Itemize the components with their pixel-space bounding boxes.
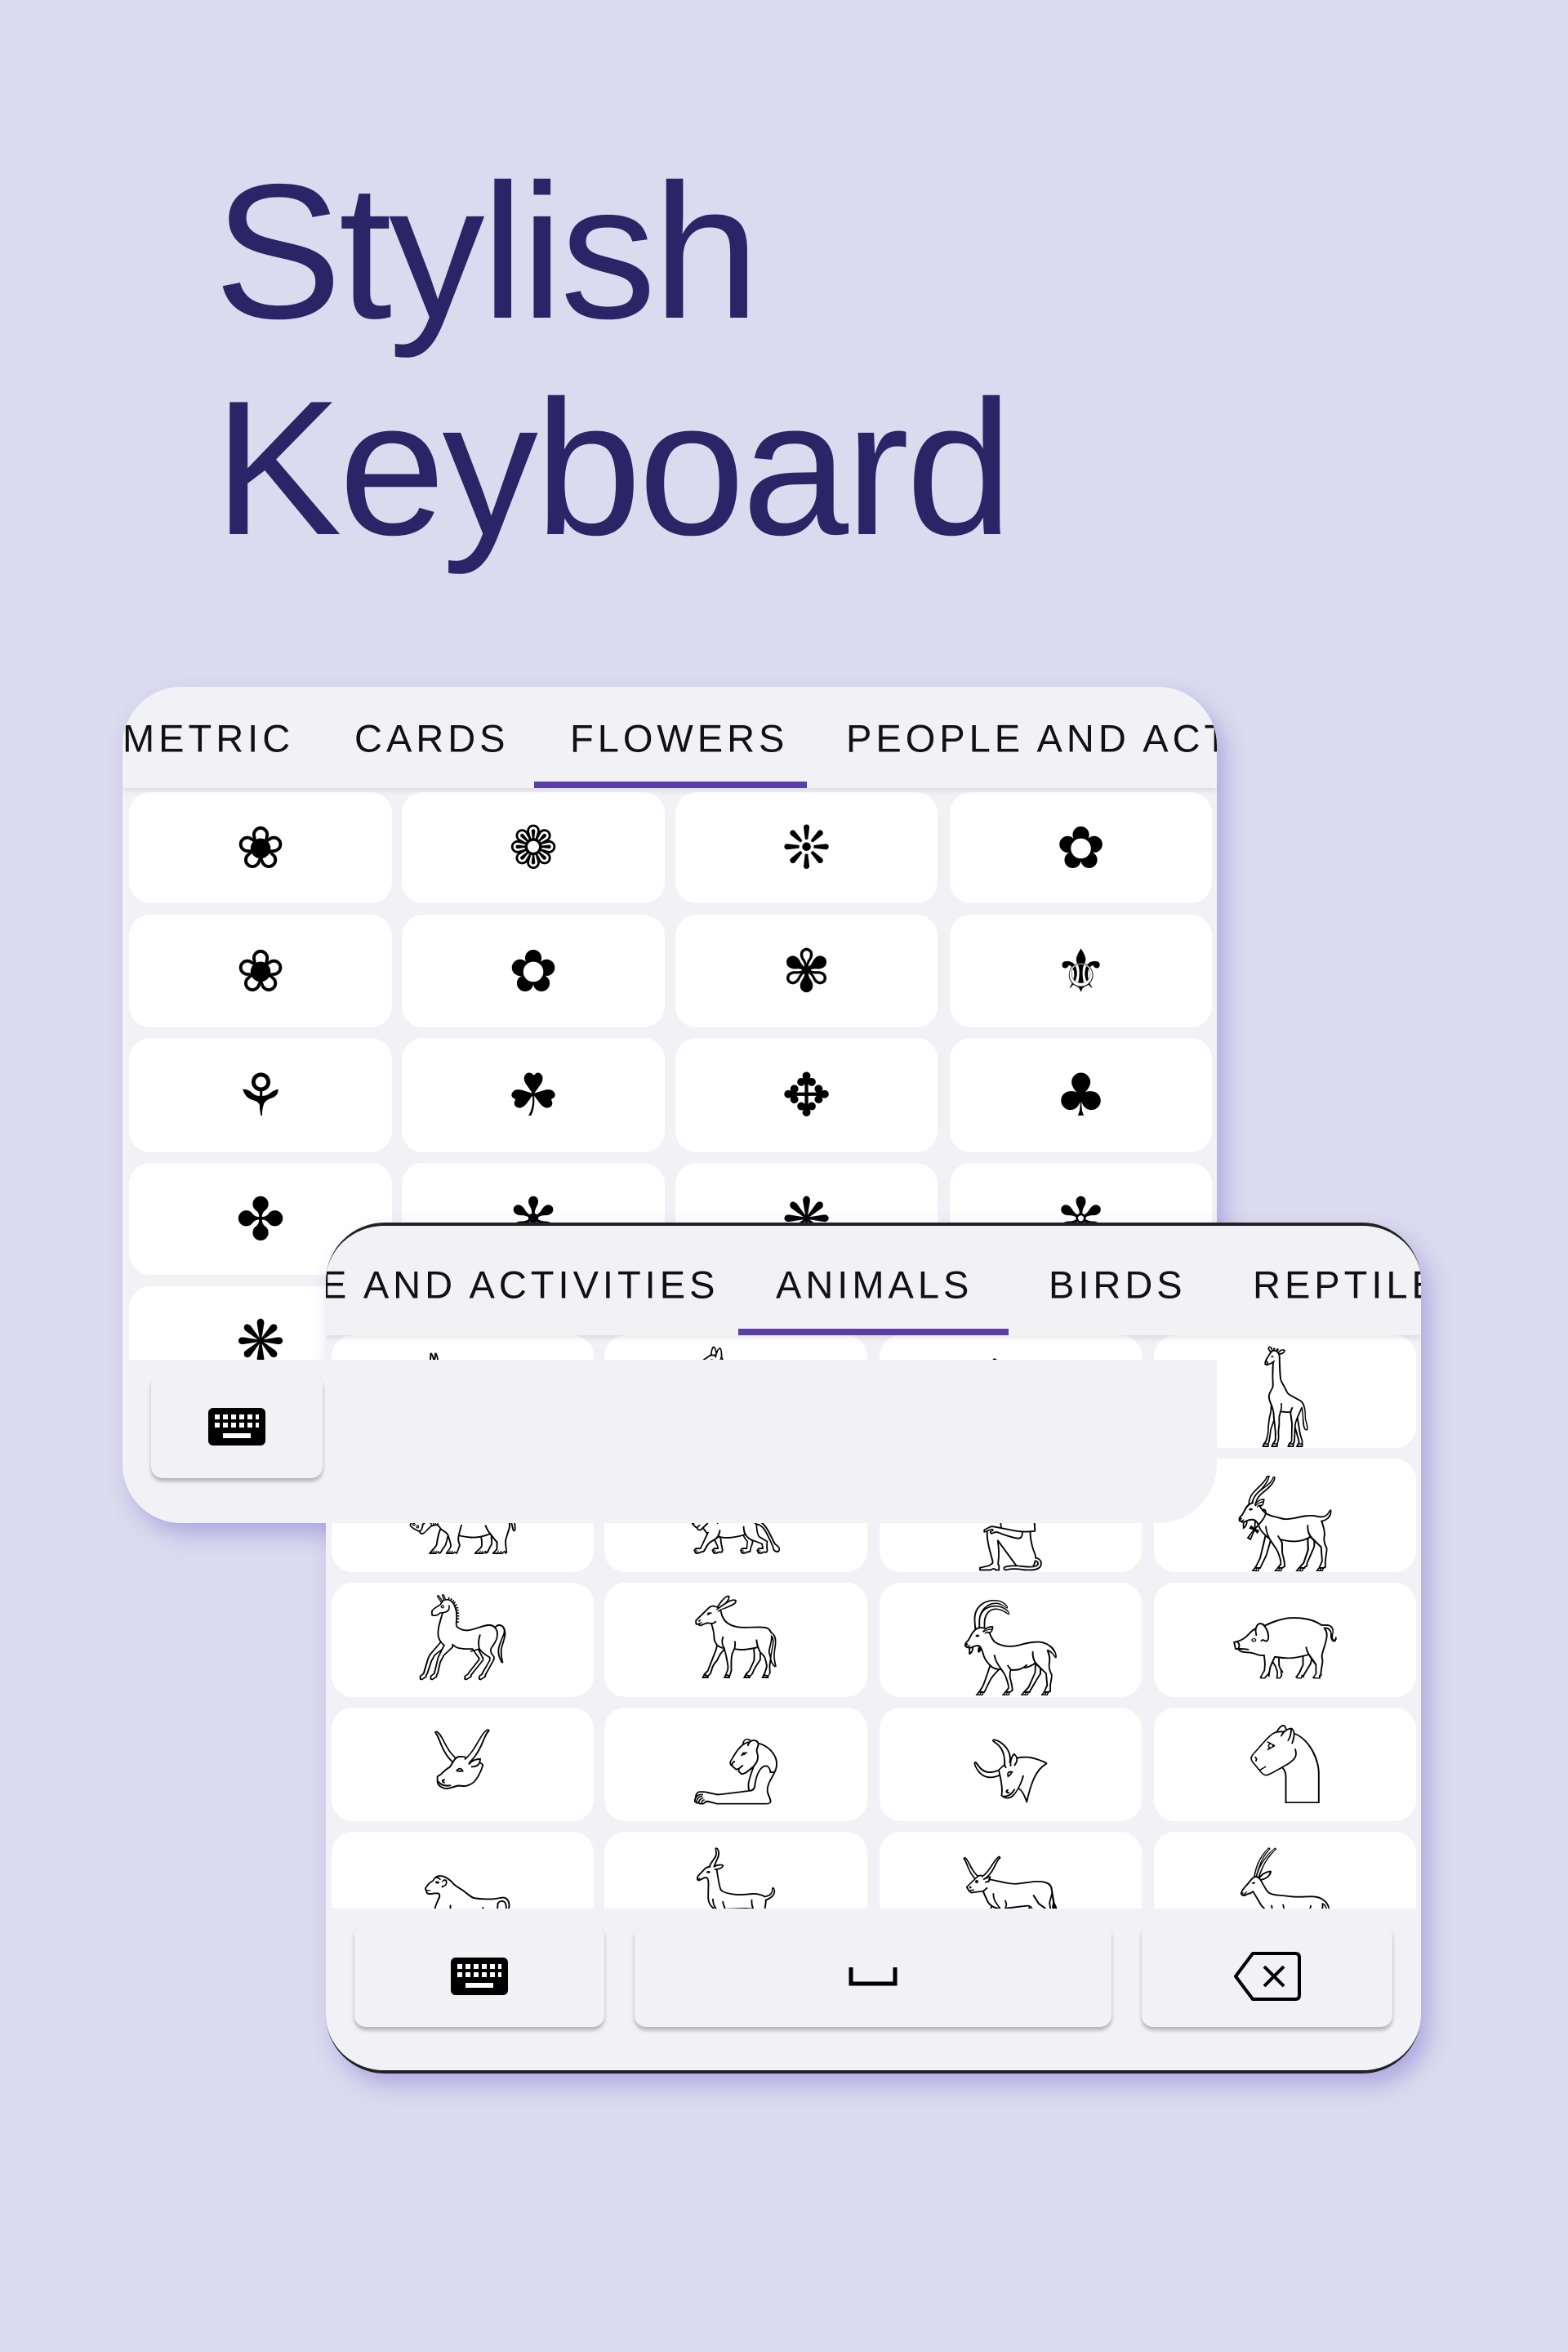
- tab-people-and-activities[interactable]: PEOPLE AND ACT: [846, 716, 1217, 761]
- tab-animals[interactable]: ANIMALS: [776, 1263, 973, 1307]
- symbol-glyph: ✾: [782, 937, 831, 1005]
- keyboard-bottom-bar: [122, 1360, 1217, 1523]
- tab-cards[interactable]: CARDS: [354, 716, 510, 761]
- symbol-glyph: 𓃱: [1258, 1357, 1312, 1448]
- symbol-key[interactable]: ✿: [950, 792, 1212, 903]
- symbol-glyph: 𓃗: [415, 1606, 510, 1697]
- keyboard-icon: [451, 1957, 508, 1995]
- symbol-glyph: 𓃶: [1234, 1481, 1336, 1573]
- switch-keyboard-button[interactable]: [354, 1925, 604, 2027]
- symbol-key[interactable]: 𓄂: [604, 1708, 867, 1821]
- backspace-button[interactable]: [1142, 1925, 1392, 2027]
- symbol-key[interactable]: ❀: [129, 915, 392, 1027]
- keyboard-icon: [208, 1407, 265, 1446]
- keyboard-animals: E AND ACTIVITIES ANIMALS BIRDS REPTILE 𓃥…: [326, 1223, 1421, 2074]
- symbol-key[interactable]: ♣: [950, 1038, 1212, 1152]
- symbol-key[interactable]: ❊: [675, 792, 938, 903]
- switch-keyboard-button[interactable]: [151, 1374, 323, 1478]
- space-button[interactable]: [635, 1925, 1111, 2027]
- symbol-glyph: ❀: [235, 937, 286, 1005]
- space-bar-icon: [849, 1967, 898, 1985]
- symbol-glyph: 𓃘: [691, 1606, 781, 1697]
- symbol-glyph: ⚘: [234, 1061, 287, 1129]
- keyboard-bottom-bar: [326, 1909, 1421, 2070]
- tab-geometric[interactable]: METRIC: [122, 716, 294, 761]
- symbol-key[interactable]: 𓃾: [332, 1708, 594, 1821]
- symbol-key[interactable]: ❁: [402, 792, 665, 903]
- symbol-key[interactable]: ☘: [402, 1038, 665, 1152]
- headline-line-1: Stylish: [214, 144, 760, 359]
- symbol-glyph: ✤: [235, 1184, 286, 1254]
- symbol-key[interactable]: ❀: [129, 792, 392, 903]
- active-tab-indicator: [534, 782, 807, 788]
- symbol-glyph: 𓄂: [690, 1730, 782, 1822]
- headline-line-2: Keyboard: [214, 360, 1013, 575]
- tab-people-and-activities[interactable]: E AND ACTIVITIES: [326, 1263, 719, 1307]
- tab-birds[interactable]: BIRDS: [1049, 1263, 1187, 1307]
- symbol-glyph: 𓄇: [1246, 1730, 1324, 1822]
- category-tab-bar[interactable]: E AND ACTIVITIES ANIMALS BIRDS REPTILE: [326, 1226, 1421, 1335]
- backspace-icon: [1233, 1951, 1301, 2001]
- symbol-glyph: 𓃵: [960, 1606, 1061, 1697]
- symbol-key[interactable]: ⚜: [950, 915, 1212, 1027]
- symbol-glyph: ♣: [1054, 1061, 1107, 1129]
- symbol-glyph: ❊: [782, 813, 831, 882]
- symbol-glyph: 𓄀: [969, 1730, 1052, 1822]
- tab-reptiles[interactable]: REPTILE: [1253, 1263, 1421, 1307]
- symbol-key[interactable]: ✥: [675, 1038, 938, 1152]
- keyboard-flowers: METRIC CARDS FLOWERS PEOPLE AND ACT ❀ ❁ ❊ ✿…: [122, 687, 1217, 1523]
- symbol-key[interactable]: 𓃘: [604, 1583, 867, 1697]
- category-tab-bar[interactable]: METRIC CARDS FLOWERS PEOPLE AND ACT: [122, 687, 1217, 788]
- symbol-key[interactable]: ⚘: [129, 1038, 392, 1152]
- symbol-key[interactable]: 𓃵: [880, 1583, 1142, 1697]
- symbol-glyph: ❀: [235, 813, 286, 882]
- active-tab-indicator: [738, 1329, 1009, 1335]
- symbol-glyph: ☘: [506, 1061, 560, 1129]
- symbol-glyph: ✥: [782, 1061, 831, 1129]
- symbol-glyph: ❁: [508, 813, 559, 882]
- symbol-glyph: ⚜: [1054, 937, 1107, 1005]
- symbol-glyph: 𓃾: [431, 1730, 494, 1822]
- symbol-key[interactable]: 𓃟: [1154, 1583, 1416, 1697]
- symbol-glyph: ✿: [508, 937, 559, 1005]
- symbol-key[interactable]: 𓄇: [1154, 1708, 1416, 1821]
- symbol-key[interactable]: ✾: [675, 915, 938, 1027]
- symbol-key[interactable]: 𓃗: [332, 1583, 594, 1697]
- tab-flowers[interactable]: FLOWERS: [570, 716, 788, 761]
- symbol-key[interactable]: ✿: [402, 915, 665, 1027]
- symbol-key[interactable]: 𓄀: [880, 1708, 1142, 1821]
- symbol-glyph: 𓃟: [1229, 1606, 1341, 1697]
- symbol-glyph: ✿: [1056, 813, 1106, 882]
